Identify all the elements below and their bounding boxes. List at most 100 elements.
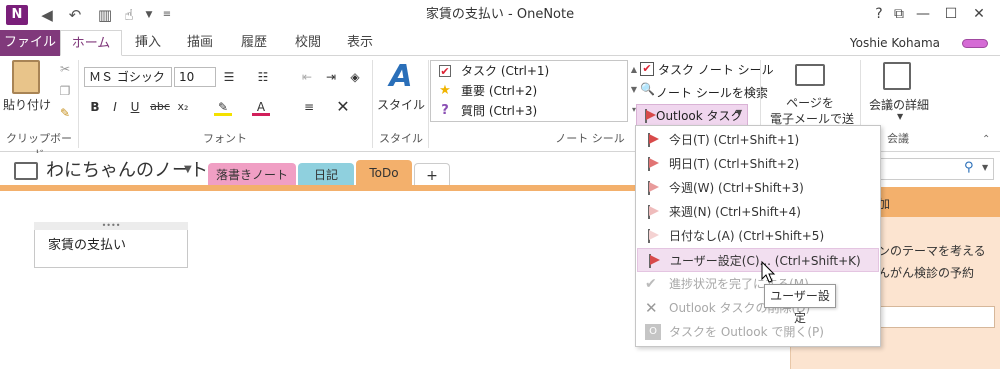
menu-item-delete-task[interactable]: ✕ Outlook タスクの削除(D) xyxy=(637,296,879,320)
collapse-ribbon-icon[interactable]: ⌃ xyxy=(982,134,990,145)
clipboard-group-label: クリップボード xyxy=(6,132,72,161)
tags-gallery: ✔ タスク (Ctrl+1) ★ 重要 (Ctrl+2) ? 質問 (Ctrl+… xyxy=(430,60,628,122)
email-page-label-1[interactable]: ページを xyxy=(770,94,850,111)
notebook-icon[interactable] xyxy=(14,162,38,180)
paste-button[interactable]: 貼り付け xyxy=(2,96,52,113)
help-icon[interactable]: ? xyxy=(868,3,890,25)
meeting-details-icon[interactable] xyxy=(883,62,911,90)
undo-icon[interactable]: ↶ xyxy=(66,6,84,24)
tags-group-label: ノート シール xyxy=(555,132,625,145)
tag-question[interactable]: ? 質問 (Ctrl+3) xyxy=(431,101,627,121)
close-icon[interactable]: ✕ xyxy=(968,3,990,25)
menu-item-label: 日付なし(A) (Ctrl+Shift+5) xyxy=(669,229,825,243)
page-list-item-selected[interactable] xyxy=(865,306,995,328)
styles-button[interactable]: スタイル xyxy=(376,96,426,113)
paste-icon[interactable] xyxy=(12,60,40,94)
delete-icon[interactable]: ✕ xyxy=(334,98,352,116)
menu-item-custom[interactable]: ユーザー設定(C)... (Ctrl+Shift+K) xyxy=(637,248,879,272)
highlight-icon[interactable]: ✎ xyxy=(214,98,232,116)
todo-tag-icon[interactable]: ✔ xyxy=(640,62,654,76)
menu-item-next-week[interactable]: 来週(N) (Ctrl+Shift+4) xyxy=(637,200,879,224)
subscript-button[interactable]: x₂ xyxy=(174,98,192,116)
bullets-icon[interactable]: ☰ xyxy=(220,68,238,86)
font-color-button[interactable]: A xyxy=(252,98,270,116)
back-icon[interactable]: ◀ xyxy=(38,6,56,24)
chevron-down-icon: ▼ xyxy=(897,112,904,121)
chevron-down-icon[interactable]: ▼ xyxy=(982,163,988,172)
menu-item-no-date[interactable]: 日付なし(A) (Ctrl+Shift+5) xyxy=(637,224,879,248)
mouse-cursor-icon xyxy=(761,260,776,283)
menu-item-tomorrow[interactable]: 明日(T) (Ctrl+Shift+2) xyxy=(637,152,879,176)
underline-button[interactable]: U xyxy=(126,98,144,116)
clear-formatting-icon[interactable]: ◈ xyxy=(346,68,364,86)
minimize-icon[interactable]: — xyxy=(912,3,934,25)
font-group-label: フォント xyxy=(203,132,247,145)
copy-icon[interactable]: ❐ xyxy=(56,82,74,100)
numbering-icon[interactable]: ☷ xyxy=(254,68,272,86)
outlook-tasks-menu: 今日(T) (Ctrl+Shift+1) 明日(T) (Ctrl+Shift+2… xyxy=(635,125,881,347)
tag-important[interactable]: ★ 重要 (Ctrl+2) xyxy=(431,81,627,101)
tab-history[interactable]: 履歴 xyxy=(232,30,276,56)
increase-indent-icon[interactable]: ⇥ xyxy=(322,68,340,86)
flag-icon xyxy=(646,253,662,269)
italic-button[interactable]: I xyxy=(106,98,124,116)
menu-item-open-in-outlook[interactable]: O タスクを Outlook で開く(P) xyxy=(637,320,879,344)
font-size-select[interactable]: 10 xyxy=(174,67,216,87)
tab-file[interactable]: ファイル xyxy=(0,30,60,56)
touch-mode-icon[interactable]: ☝ xyxy=(120,6,138,24)
search-icon[interactable]: ⚲ xyxy=(964,160,974,175)
chevron-down-icon[interactable]: ▼ xyxy=(184,164,192,175)
chevron-down-icon: ▼ xyxy=(736,108,743,117)
check-icon: ✔ xyxy=(645,276,657,292)
tab-view[interactable]: 表示 xyxy=(338,30,382,56)
section-tab-todo[interactable]: ToDo xyxy=(356,160,412,187)
fullscreen-icon[interactable]: ⧉ xyxy=(888,3,910,25)
tab-home[interactable]: ホーム xyxy=(60,30,122,56)
maximize-icon[interactable]: ☐ xyxy=(940,3,962,25)
customize-qat-icon[interactable]: ≡ xyxy=(158,6,176,24)
find-tags-icon[interactable]: 🔍 xyxy=(640,82,655,96)
divider xyxy=(78,60,79,148)
menu-item-this-week[interactable]: 今週(W) (Ctrl+Shift+3) xyxy=(637,176,879,200)
meeting-details-button[interactable]: 会議の詳細 xyxy=(866,96,932,113)
onenote-logo-icon: N xyxy=(6,5,28,25)
align-icon[interactable]: ≡ xyxy=(300,98,318,116)
user-name[interactable]: Yoshie Kohama xyxy=(850,30,940,56)
decrease-indent-icon[interactable]: ⇤ xyxy=(298,68,316,86)
flag-icon xyxy=(645,156,661,172)
section-tab-draft[interactable]: 落書きノート xyxy=(208,163,296,187)
page-list-item[interactable]: ンのテーマを考える xyxy=(878,242,986,259)
note-text[interactable]: 家賃の支払い xyxy=(48,234,126,253)
font-family-select[interactable]: ＭＳ ゴシック xyxy=(84,67,172,87)
flag-icon xyxy=(645,204,661,220)
menu-item-today[interactable]: 今日(T) (Ctrl+Shift+1) xyxy=(637,128,879,152)
page-list-item[interactable]: んがん検診の予約 xyxy=(878,264,974,281)
tag-todo[interactable]: ✔ タスク (Ctrl+1) xyxy=(431,61,627,81)
tab-insert[interactable]: 挿入 xyxy=(126,30,170,56)
tab-review[interactable]: 校閲 xyxy=(286,30,330,56)
flag-icon xyxy=(645,228,661,244)
avatar[interactable] xyxy=(962,39,988,48)
cut-icon[interactable]: ✂ xyxy=(56,60,74,78)
format-painter-icon[interactable]: ✎ xyxy=(56,104,74,122)
menu-item-label: 来週(N) (Ctrl+Shift+4) xyxy=(669,205,801,219)
strikethrough-button[interactable]: abc xyxy=(148,98,172,116)
dock-icon[interactable]: ▥ xyxy=(96,6,114,24)
section-tab-diary[interactable]: 日記 xyxy=(298,163,354,187)
add-section-button[interactable]: + xyxy=(414,163,450,187)
todo-tag-button[interactable]: タスク ノート シール xyxy=(658,61,774,78)
styles-icon[interactable]: A xyxy=(386,60,416,94)
tag-label: 重要 (Ctrl+2) xyxy=(461,84,538,98)
menu-item-label: 今日(T) (Ctrl+Shift+1) xyxy=(669,133,800,147)
menu-item-label: 今週(W) (Ctrl+Shift+3) xyxy=(669,181,804,195)
tab-draw[interactable]: 描画 xyxy=(178,30,222,56)
note-grip[interactable]: •••• xyxy=(34,222,188,230)
menu-item-mark-complete[interactable]: ✔ 進捗状況を完了にする(M) xyxy=(637,272,879,296)
bold-button[interactable]: B xyxy=(86,98,104,116)
checkbox-icon: ✔ xyxy=(439,65,451,78)
delete-icon: ✕ xyxy=(645,299,658,317)
find-tags-button[interactable]: ノート シールを検索 xyxy=(656,84,768,101)
qat-dropdown-icon[interactable]: ▼ xyxy=(140,6,158,24)
email-icon[interactable] xyxy=(795,64,825,86)
styles-group-label: スタイル xyxy=(379,132,423,145)
